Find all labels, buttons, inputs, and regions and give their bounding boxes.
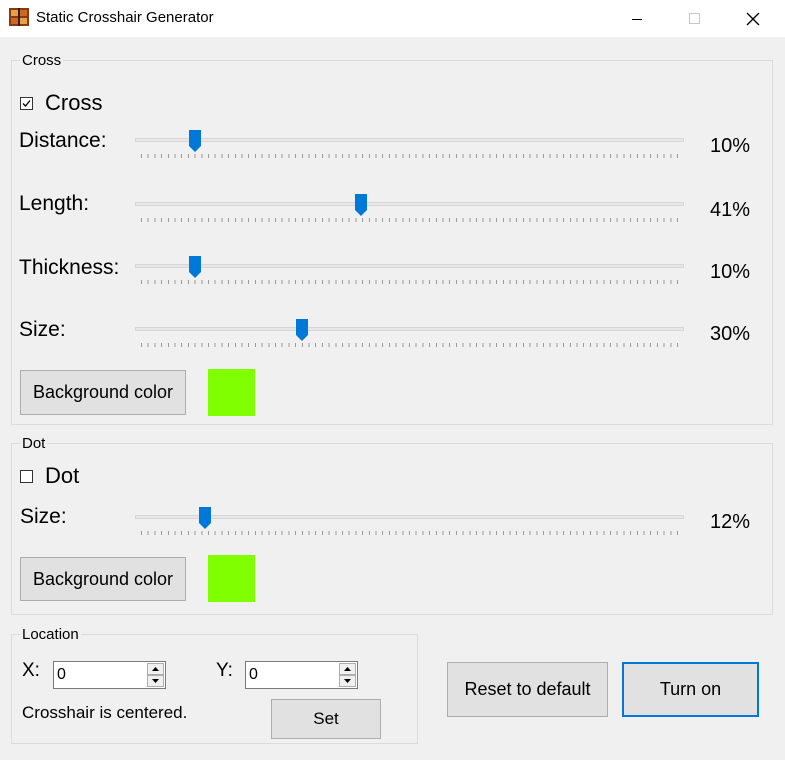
distance-label: Distance: [19, 129, 107, 152]
length-label: Length: [19, 192, 90, 215]
slider-thumb[interactable] [296, 319, 309, 342]
cross-size-value: 30% [709, 323, 750, 345]
thickness-value: 10% [709, 261, 750, 283]
arrow-up-icon [344, 667, 351, 671]
x-spin-up-button[interactable] [147, 663, 164, 675]
distance-slider[interactable] [135, 130, 684, 166]
reset-to-default-button[interactable]: Reset to default [447, 662, 608, 717]
dot-size-label: Size: [20, 505, 67, 528]
x-spinbox[interactable]: 0 [53, 661, 166, 689]
y-label: Y: [216, 660, 233, 681]
checkbox-unchecked-icon [20, 469, 33, 483]
title-bar: Static Crosshair Generator [0, 0, 785, 37]
y-spin-down-button[interactable] [339, 675, 356, 687]
arrow-up-icon [152, 667, 159, 671]
y-input[interactable]: 0 [249, 666, 258, 684]
slider-thumb[interactable] [188, 130, 201, 153]
checkbox-checked-icon [20, 96, 33, 110]
window-title: Static Crosshair Generator [36, 9, 214, 26]
cross-color-swatch[interactable] [208, 369, 255, 416]
dot-size-value: 12% [709, 511, 750, 533]
turn-on-button[interactable]: Turn on [622, 662, 759, 717]
dot-size-slider[interactable] [135, 507, 684, 543]
arrow-down-icon [344, 679, 351, 683]
cross-background-color-button[interactable]: Background color [20, 370, 186, 415]
dot-checkbox-label: Dot [45, 463, 80, 488]
crosshair-app-icon [9, 8, 29, 26]
set-button[interactable]: Set [271, 699, 381, 739]
length-slider[interactable] [135, 194, 684, 230]
thickness-slider[interactable] [135, 256, 684, 292]
dot-checkbox[interactable]: Dot [20, 463, 79, 489]
dot-group-label: Dot [20, 435, 48, 452]
x-label: X: [22, 660, 40, 681]
x-spin-down-button[interactable] [147, 675, 164, 687]
slider-thumb[interactable] [355, 194, 368, 217]
close-button[interactable] [725, 0, 781, 37]
thickness-label: Thickness: [19, 256, 120, 279]
dot-background-color-button[interactable]: Background color [20, 557, 186, 601]
slider-thumb[interactable] [188, 256, 201, 279]
location-status-text: Crosshair is centered. [22, 703, 188, 722]
cross-size-slider[interactable] [135, 319, 684, 355]
maximize-button[interactable] [667, 0, 723, 37]
maximize-icon [689, 12, 700, 24]
arrow-down-icon [152, 679, 159, 683]
y-spin-up-button[interactable] [339, 663, 356, 675]
cross-group-label: Cross [20, 52, 64, 69]
minimize-button[interactable] [609, 0, 665, 37]
cross-checkbox[interactable]: Cross [20, 90, 102, 116]
distance-value: 10% [709, 135, 750, 157]
slider-thumb[interactable] [199, 507, 212, 530]
length-value: 41% [709, 199, 750, 221]
x-input[interactable]: 0 [57, 666, 66, 684]
cross-size-label: Size: [19, 318, 66, 341]
close-icon [746, 12, 760, 25]
y-spinbox[interactable]: 0 [245, 661, 358, 689]
location-group-label: Location [20, 626, 81, 643]
dot-color-swatch[interactable] [208, 555, 255, 602]
cross-checkbox-label: Cross [45, 90, 103, 115]
minimize-icon [632, 18, 642, 20]
